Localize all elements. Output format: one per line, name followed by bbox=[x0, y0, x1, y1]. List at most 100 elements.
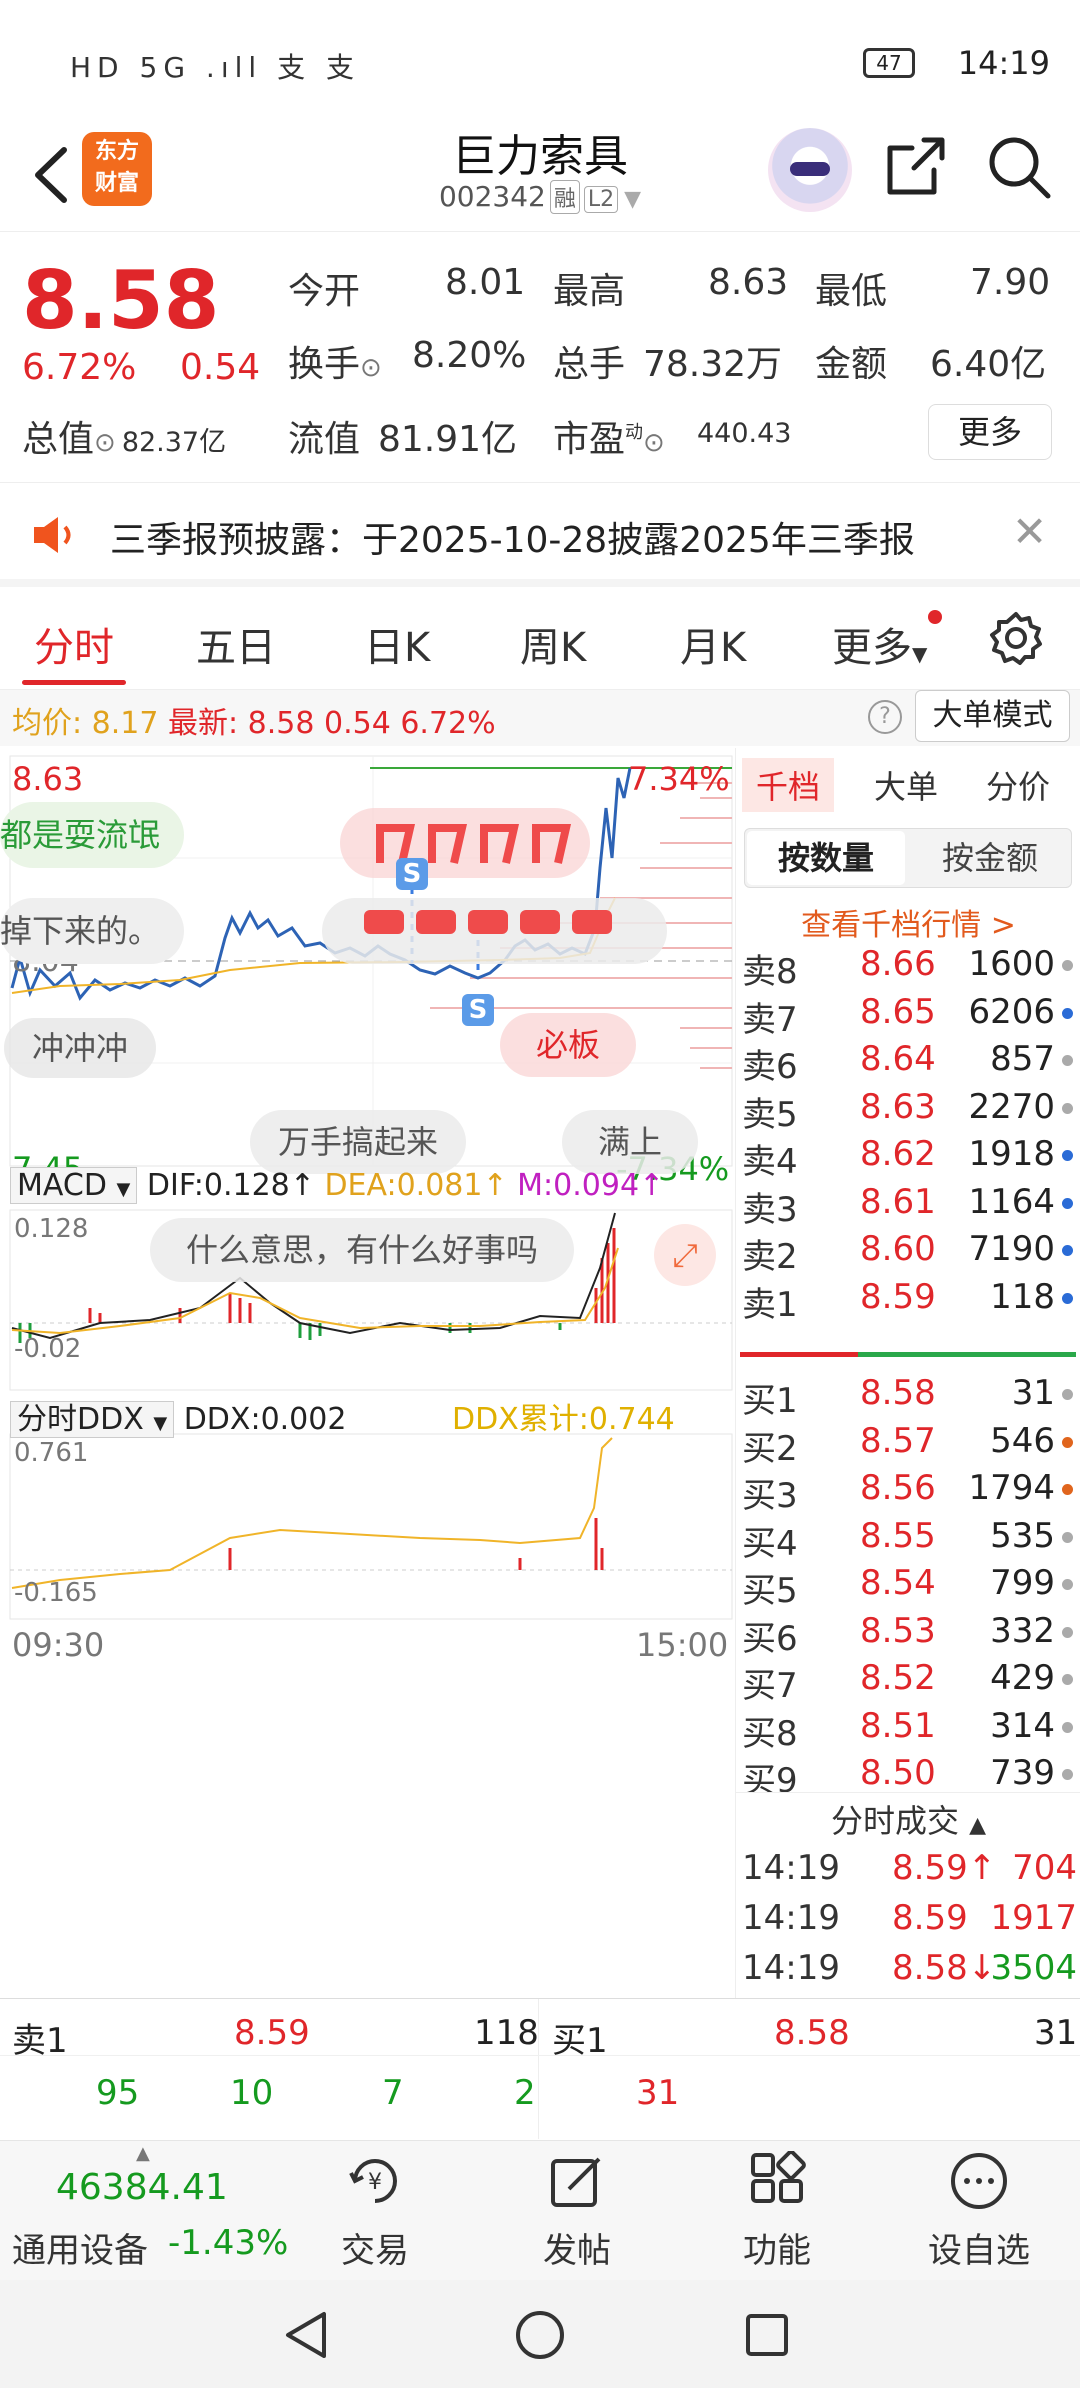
chevron-down-icon[interactable]: ▼ bbox=[624, 187, 641, 212]
index-ticker[interactable]: ▲ 46384.41 通用设备 -1.43% bbox=[8, 2141, 308, 2281]
ask-row[interactable]: 卖8 8.66 1600 bbox=[742, 944, 1077, 992]
ask-row[interactable]: 卖2 8.60 7190 bbox=[742, 1229, 1077, 1277]
tab-weekly-k[interactable]: 周K bbox=[520, 615, 586, 673]
bid-row[interactable]: 买7 8.52 429 bbox=[742, 1658, 1077, 1706]
order-dot-icon bbox=[1062, 1197, 1073, 1209]
level-price: 8.50 bbox=[860, 1753, 936, 1793]
order-dot-icon bbox=[1062, 1674, 1073, 1685]
sell-marker-icon[interactable]: S bbox=[462, 994, 494, 1026]
trade-volume: 1917 bbox=[990, 1898, 1077, 1938]
level-price: 8.59 bbox=[860, 1276, 936, 1317]
tab-big-orders[interactable]: 大单 bbox=[874, 762, 938, 808]
back-arrow-icon[interactable] bbox=[22, 140, 82, 210]
ask-row[interactable]: 卖6 8.64 857 bbox=[742, 1039, 1077, 1087]
macd-top-value: 0.128 bbox=[14, 1214, 89, 1244]
level-qty: 7190 bbox=[968, 1229, 1055, 1269]
intraday-chart[interactable]: 8.63 7.34% 7.45 -7.34% 8.04 都是耍流氓 掉下来的。 … bbox=[0, 748, 735, 1998]
order-dot-icon bbox=[1062, 1721, 1073, 1733]
trades-title[interactable]: 分时成交 ▲ bbox=[736, 1796, 1080, 1842]
app-logo[interactable]: 东方 财富 bbox=[82, 132, 152, 206]
nav-back-icon[interactable] bbox=[280, 2308, 334, 2362]
nav-home-icon[interactable] bbox=[513, 2308, 567, 2362]
bid-row[interactable]: 买5 8.54 799 bbox=[742, 1563, 1077, 1611]
more-button[interactable]: 更多 bbox=[928, 404, 1052, 460]
ask-row[interactable]: 卖7 8.65 6206 bbox=[742, 992, 1077, 1040]
nav-recents-icon[interactable] bbox=[742, 2310, 792, 2360]
ask-row[interactable]: 卖3 8.61 1164 bbox=[742, 1182, 1077, 1230]
tab-intraday[interactable]: 分时 bbox=[34, 615, 114, 673]
level-price: 8.61 bbox=[860, 1181, 936, 1222]
ask-split-value: 7 bbox=[382, 2073, 404, 2113]
tab-daily-k[interactable]: 日K bbox=[364, 615, 430, 673]
ask-row[interactable]: 卖1 8.59 118 bbox=[742, 1277, 1077, 1325]
info-icon[interactable]: ⊙ bbox=[643, 428, 665, 458]
ddx-indicator-select[interactable]: 分时DDX ▼ bbox=[10, 1401, 175, 1438]
bid-row[interactable]: 买1 8.58 31 bbox=[742, 1373, 1077, 1421]
level-label: 买4 bbox=[742, 1523, 798, 1564]
trade-time: 14:19 bbox=[742, 1898, 840, 1938]
sell-marker-icon[interactable]: S bbox=[396, 858, 428, 890]
by-quantity-button[interactable]: 按数量 bbox=[747, 831, 905, 885]
status-icons: HD 5G .ıll 支 支 bbox=[70, 51, 360, 84]
ai-assistant-icon[interactable] bbox=[768, 128, 852, 212]
post-button[interactable]: 发帖 bbox=[512, 2141, 642, 2281]
trade-button[interactable]: ¥ 交易 bbox=[310, 2141, 440, 2281]
order-dot-icon bbox=[1062, 1626, 1073, 1638]
level-price: 8.62 bbox=[860, 1134, 936, 1174]
y-top-pct: 7.34% bbox=[628, 760, 730, 798]
tab-price-distribution[interactable]: 分价 bbox=[986, 762, 1050, 808]
chg-value: 0.54 bbox=[324, 706, 391, 741]
add-watchlist-button[interactable]: 设自选 bbox=[914, 2141, 1044, 2281]
level-qty: 332 bbox=[990, 1610, 1055, 1651]
close-icon[interactable]: ✕ bbox=[1012, 507, 1047, 556]
help-icon[interactable]: ? bbox=[868, 700, 902, 734]
info-icon[interactable]: ⊙ bbox=[360, 353, 382, 383]
bid-row[interactable]: 买3 8.56 1794 bbox=[742, 1468, 1077, 1516]
share-icon[interactable] bbox=[884, 134, 948, 198]
bid-row[interactable]: 买6 8.53 332 bbox=[742, 1611, 1077, 1659]
edit-icon bbox=[551, 2157, 601, 2207]
level-price: 8.60 bbox=[860, 1229, 936, 1269]
stock-code: 002342 bbox=[438, 180, 546, 213]
level-qty: 799 bbox=[990, 1563, 1055, 1603]
view-depth-link[interactable]: 查看千档行情 > bbox=[736, 900, 1080, 944]
ask-row[interactable]: 卖4 8.62 1918 bbox=[742, 1134, 1077, 1182]
trade-price: 8.59↑ bbox=[892, 1848, 997, 1888]
tab-monthly-k[interactable]: 月K bbox=[680, 615, 746, 673]
last-price: 8.58 bbox=[22, 254, 220, 347]
by-amount-button[interactable]: 按金额 bbox=[910, 831, 1070, 885]
gear-icon[interactable] bbox=[988, 610, 1044, 666]
tab-more[interactable]: 更多▼ bbox=[832, 615, 927, 673]
level2-tag: L2 bbox=[583, 186, 619, 213]
order-dot-icon bbox=[1062, 1007, 1073, 1019]
pe-label: 市盈动⊙ bbox=[553, 419, 665, 460]
y-top-price: 8.63 bbox=[12, 760, 84, 798]
level-price: 8.54 bbox=[860, 1563, 936, 1603]
bid-row[interactable]: 买2 8.57 546 bbox=[742, 1421, 1077, 1469]
ask-row[interactable]: 卖5 8.63 2270 bbox=[742, 1087, 1077, 1135]
ask-split-value: 2 bbox=[514, 2073, 536, 2113]
big-order-mode-button[interactable]: 大单模式 bbox=[915, 690, 1070, 742]
float-label: 流值 bbox=[288, 419, 361, 460]
level-price: 8.56 bbox=[860, 1468, 936, 1508]
tab-thousand-levels[interactable]: 千档 bbox=[742, 758, 835, 812]
bid-row[interactable]: 买4 8.55 535 bbox=[742, 1516, 1077, 1564]
order-dot-icon bbox=[1062, 1245, 1073, 1256]
level-price: 8.64 bbox=[860, 1039, 936, 1079]
expand-icon[interactable]: ⤢ bbox=[654, 1224, 716, 1286]
info-icon[interactable]: ⊙ bbox=[94, 428, 116, 458]
macd-indicator-select[interactable]: MACD ▼ bbox=[10, 1167, 138, 1204]
notification-dot bbox=[928, 610, 942, 624]
order-book-panel: 千档 大单 分价 按数量 按金额 查看千档行情 > 卖8 8.66 1600 卖7 8.… bbox=[735, 748, 1080, 1998]
order-dot-icon bbox=[1062, 1484, 1073, 1495]
notice-text: 三季报预披露：于2025-10-28披露2025年三季报 bbox=[110, 520, 915, 561]
functions-button[interactable]: 功能 bbox=[712, 2141, 842, 2281]
bid-split-value: 31 bbox=[636, 2073, 680, 2113]
search-icon[interactable] bbox=[986, 134, 1052, 200]
level-label: 卖5 bbox=[742, 1094, 798, 1135]
bid-row[interactable]: 买8 8.51 314 bbox=[742, 1706, 1077, 1754]
bullet-comment: 都是耍流氓 bbox=[0, 802, 185, 868]
notice-bar[interactable]: 三季报预披露：于2025-10-28披露2025年三季报 ✕ bbox=[0, 482, 1080, 587]
tab-five-day[interactable]: 五日 bbox=[196, 615, 276, 673]
app-header: 巨力索具 002342 融 L2 ▼ 东方 财富 bbox=[0, 120, 1080, 232]
